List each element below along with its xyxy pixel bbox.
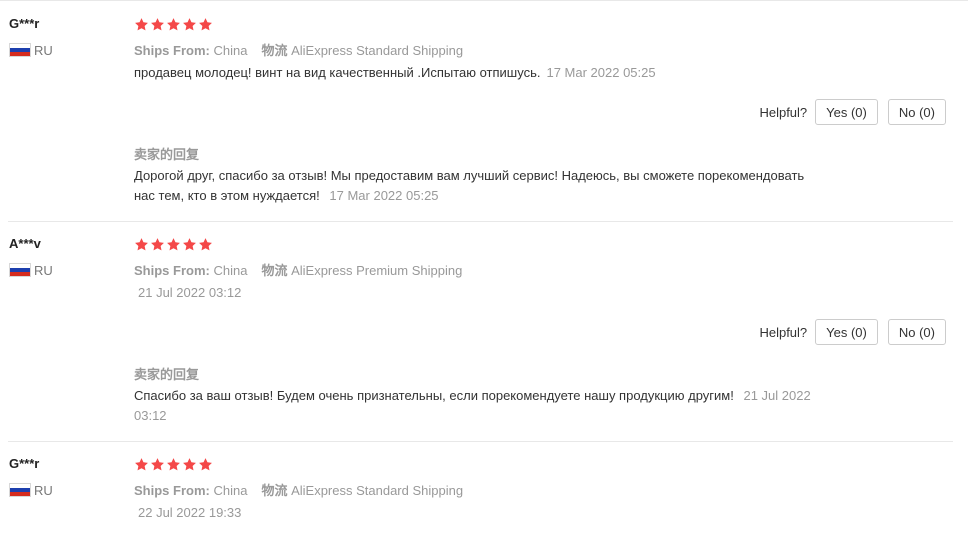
helpful-no-button[interactable]: No (0) [887, 319, 946, 345]
seller-reply-text: Дорогой друг, спасибо за отзыв! Мы предо… [134, 168, 805, 203]
star-rating [134, 17, 213, 32]
shipping-info: Ships From: China 物流 AliExpress Standard … [134, 480, 463, 499]
russia-flag-icon [9, 43, 31, 57]
star-icon [199, 18, 212, 31]
helpful-label: Helpful? [759, 324, 808, 340]
star-icon [183, 458, 196, 471]
helpful-label: Helpful? [759, 104, 808, 120]
seller-reply: Дорогой друг, спасибо за отзыв! Мы предо… [134, 166, 814, 206]
ships-from-value: China [213, 483, 248, 498]
star-icon [151, 238, 164, 251]
logistics-value: AliExpress Standard Shipping [291, 43, 464, 58]
review-text: продавец молодец! винт на вид качественн… [134, 65, 541, 80]
top-divider [0, 0, 968, 1]
reviewer-name: G***r [9, 456, 40, 471]
helpful-no-button[interactable]: No (0) [887, 99, 946, 125]
star-icon [199, 458, 212, 471]
star-icon [167, 458, 180, 471]
shipping-info: Ships From: China 物流 AliExpress Premium S… [134, 260, 462, 279]
reviewer-country: RU [9, 42, 53, 58]
russia-flag-icon [9, 263, 31, 277]
logistics-label: 物流 [261, 263, 288, 278]
star-icon [183, 238, 196, 251]
star-icon [199, 238, 212, 251]
logistics-value: AliExpress Standard Shipping [291, 483, 464, 498]
ships-from-label: Ships From: [134, 483, 210, 498]
seller-reply-title: 卖家的回复 [134, 147, 200, 162]
seller-reply-text: Спасибо за ваш отзыв! Будем очень призна… [134, 388, 734, 403]
country-code: RU [34, 262, 53, 278]
country-code: RU [34, 482, 53, 498]
seller-reply-date: 17 Mar 2022 05:25 [329, 188, 439, 203]
review-body: продавец молодец! винт на вид качественн… [134, 65, 656, 80]
star-icon [135, 458, 148, 471]
reviewer-name: G***r [9, 16, 40, 31]
star-icon [135, 238, 148, 251]
logistics-label: 物流 [261, 43, 288, 58]
review-date: 21 Jul 2022 03:12 [138, 285, 242, 300]
russia-flag-icon [9, 483, 31, 497]
review-date: 17 Mar 2022 05:25 [546, 65, 656, 80]
ships-from-label: Ships From: [134, 43, 210, 58]
review-divider [8, 221, 953, 222]
review-divider [8, 441, 953, 442]
reviewer-country: RU [9, 482, 53, 498]
logistics-label: 物流 [261, 483, 288, 498]
reviewer-country: RU [9, 262, 53, 278]
star-icon [183, 18, 196, 31]
star-icon [167, 238, 180, 251]
helpful-controls: Helpful? Yes (0) No (0) [759, 99, 946, 125]
reviewer-name: A***v [9, 236, 41, 251]
helpful-yes-button[interactable]: Yes (0) [815, 99, 878, 125]
shipping-info: Ships From: China 物流 AliExpress Standard … [134, 40, 463, 59]
star-icon [135, 18, 148, 31]
star-icon [167, 18, 180, 31]
logistics-value: AliExpress Premium Shipping [291, 263, 463, 278]
country-code: RU [34, 42, 53, 58]
review-date: 22 Jul 2022 19:33 [138, 505, 242, 520]
seller-reply: Спасибо за ваш отзыв! Будем очень призна… [134, 386, 814, 426]
star-rating [134, 457, 213, 472]
ships-from-value: China [213, 263, 248, 278]
ships-from-value: China [213, 43, 248, 58]
star-icon [151, 18, 164, 31]
ships-from-label: Ships From: [134, 263, 210, 278]
star-icon [151, 458, 164, 471]
star-rating [134, 237, 213, 252]
helpful-controls: Helpful? Yes (0) No (0) [759, 319, 946, 345]
helpful-yes-button[interactable]: Yes (0) [815, 319, 878, 345]
seller-reply-title: 卖家的回复 [134, 367, 200, 382]
